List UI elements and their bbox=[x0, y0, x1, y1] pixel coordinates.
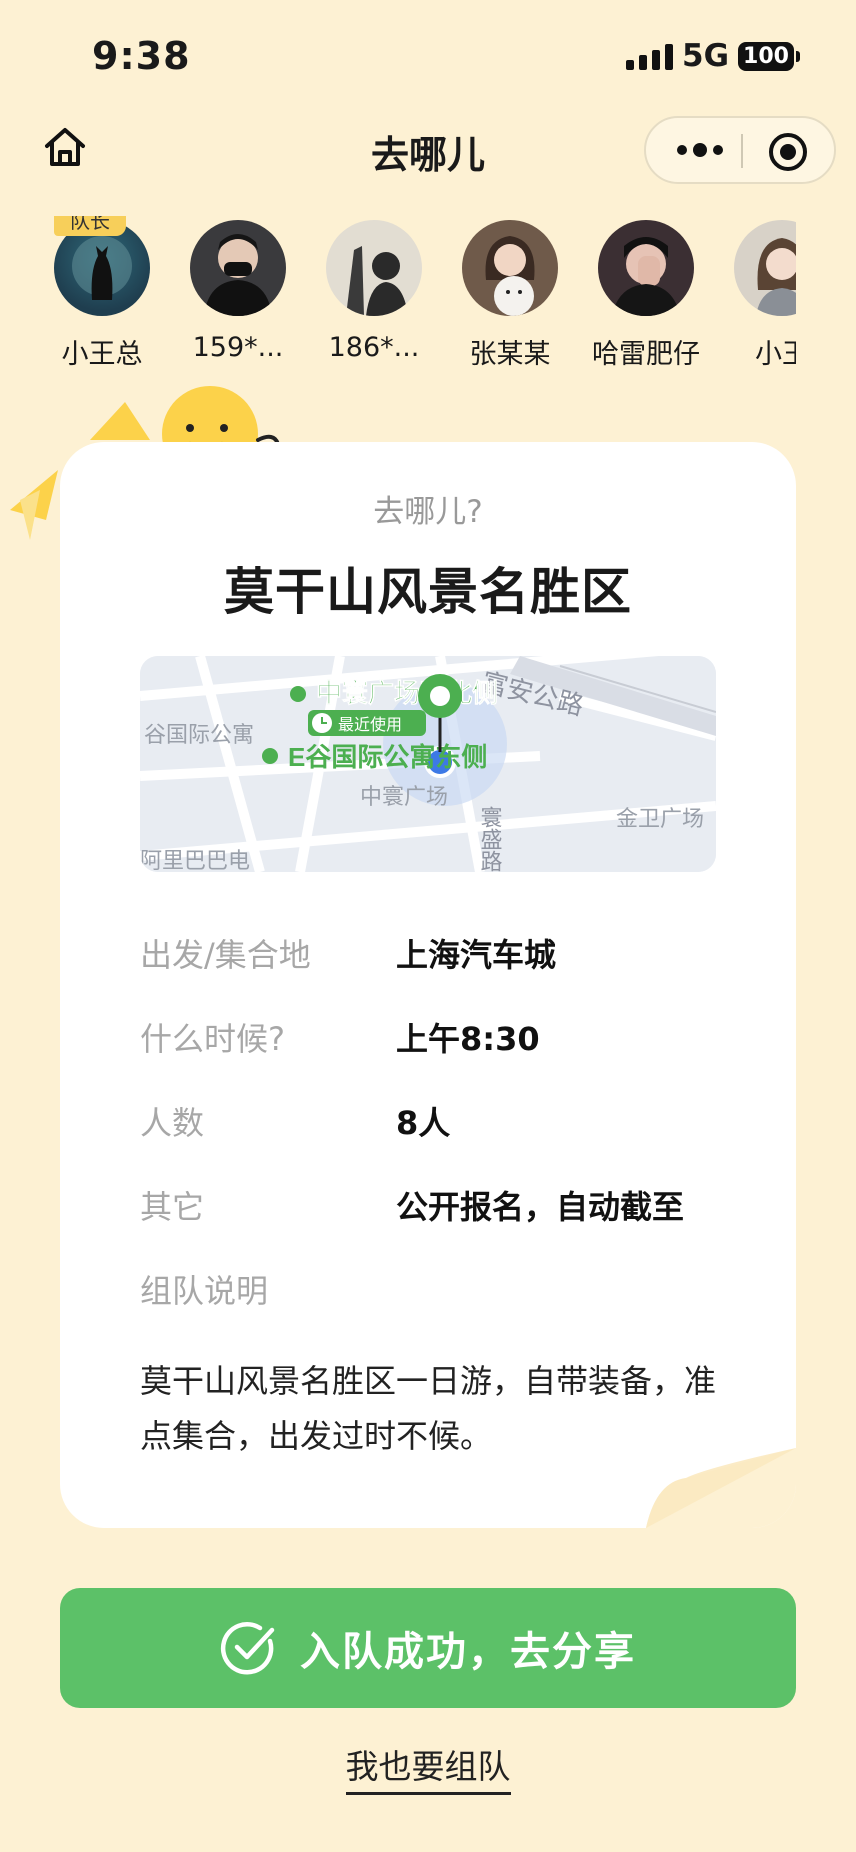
info-row-headcount: 人数 8人 bbox=[140, 1098, 740, 1148]
card-fold-decoration bbox=[646, 1448, 796, 1528]
member-name: 186*... bbox=[328, 332, 420, 363]
member-item[interactable]: 159*... bbox=[170, 216, 306, 363]
member-item[interactable]: 张某某 bbox=[442, 216, 578, 366]
avatar bbox=[326, 220, 422, 316]
member-item[interactable]: 小王 bbox=[714, 216, 796, 366]
map-label-left-area: 谷国际公寓 bbox=[144, 722, 254, 747]
destination-title: 莫干山风景名胜区 bbox=[224, 563, 632, 621]
avatar bbox=[462, 220, 558, 316]
more-icon[interactable] bbox=[674, 140, 726, 160]
battery-tip bbox=[796, 51, 800, 62]
check-circle-icon bbox=[220, 1622, 275, 1675]
member-name: 哈雷肥仔 bbox=[592, 339, 700, 366]
info-row-other: 其它 公开报名，自动截至 bbox=[140, 1182, 740, 1232]
capsule-divider bbox=[741, 134, 743, 168]
member-name: 159*... bbox=[192, 332, 284, 363]
member-name: 张某某 bbox=[469, 339, 551, 366]
map-canvas: 富安公路 中寰广场西北侧 最近使用 谷国际公寓 E谷国际公寓东侧 中寰广场 寰盛… bbox=[140, 656, 716, 872]
create-team-link[interactable]: 我也要组队 bbox=[0, 1740, 856, 1795]
join-share-label: 入队成功，去分享 bbox=[300, 1629, 636, 1675]
trip-card: 去哪儿? 莫干山风景名胜区 富安公路 中寰广场西北侧 最近使用 谷国际公寓 E谷… bbox=[60, 442, 796, 1528]
member-item[interactable]: 186*... bbox=[306, 216, 442, 363]
battery-icon: 100 bbox=[738, 42, 794, 71]
info-value: 公开报名，自动截至 bbox=[396, 1188, 685, 1226]
info-row-team-note: 组队说明 bbox=[140, 1266, 740, 1316]
info-label: 其它 bbox=[140, 1188, 205, 1226]
info-row-meeting-point: 出发/集合地 上海汽车城 bbox=[140, 930, 740, 980]
member-name: 小王总 bbox=[61, 339, 143, 366]
info-label: 什么时候? bbox=[140, 1020, 285, 1058]
location-map[interactable]: 富安公路 中寰广场西北侧 最近使用 谷国际公寓 E谷国际公寓东侧 中寰广场 寰盛… bbox=[140, 656, 716, 872]
close-miniprogram-icon[interactable] bbox=[768, 132, 808, 172]
avatar bbox=[190, 220, 286, 316]
map-label-bottom-left: 阿里巴巴电 bbox=[140, 848, 250, 872]
join-share-button[interactable]: 入队成功，去分享 bbox=[60, 1588, 796, 1708]
map-label-right-plaza: 金卫广场 bbox=[616, 806, 704, 831]
map-label-poi-1: 中寰广场西北侧 bbox=[316, 678, 498, 708]
info-value: 8人 bbox=[396, 1104, 451, 1142]
card-subtitle: 去哪儿? bbox=[373, 494, 483, 530]
member-item[interactable]: 队长 小王总 bbox=[52, 216, 170, 366]
info-value: 上午8:30 bbox=[396, 1020, 540, 1058]
map-label-plaza: 中寰广场 bbox=[360, 784, 448, 809]
info-label: 人数 bbox=[140, 1104, 205, 1142]
info-value: 上海汽车城 bbox=[396, 936, 557, 974]
avatar bbox=[734, 220, 796, 316]
signal-icon bbox=[626, 44, 673, 70]
miniprogram-capsule bbox=[644, 116, 836, 184]
network-type: 5G bbox=[682, 38, 730, 74]
info-label: 出发/集合地 bbox=[140, 936, 311, 974]
info-row-time: 什么时候? 上午8:30 bbox=[140, 1014, 740, 1064]
status-bar: 9:38 5G 100 bbox=[0, 0, 856, 110]
status-time: 9:38 bbox=[92, 34, 191, 78]
map-label-recent: 最近使用 bbox=[338, 716, 402, 734]
info-label: 组队说明 bbox=[140, 1272, 269, 1310]
map-label-poi-2: E谷国际公寓东侧 bbox=[288, 742, 487, 772]
member-list: 队长 小王总 159*... 186*... 张某某 哈雷肥仔 小王 bbox=[52, 216, 796, 366]
avatar bbox=[598, 220, 694, 316]
map-label-road-side: 寰盛路 bbox=[478, 806, 503, 872]
leader-badge: 队长 bbox=[54, 216, 126, 236]
team-description: 莫干山风景名胜区一日游，自带装备，准点集合，出发过时不候。 bbox=[140, 1362, 717, 1455]
member-name: 小王 bbox=[755, 339, 796, 366]
member-item[interactable]: 哈雷肥仔 bbox=[578, 216, 714, 366]
create-team-label: 我也要组队 bbox=[345, 1747, 511, 1795]
